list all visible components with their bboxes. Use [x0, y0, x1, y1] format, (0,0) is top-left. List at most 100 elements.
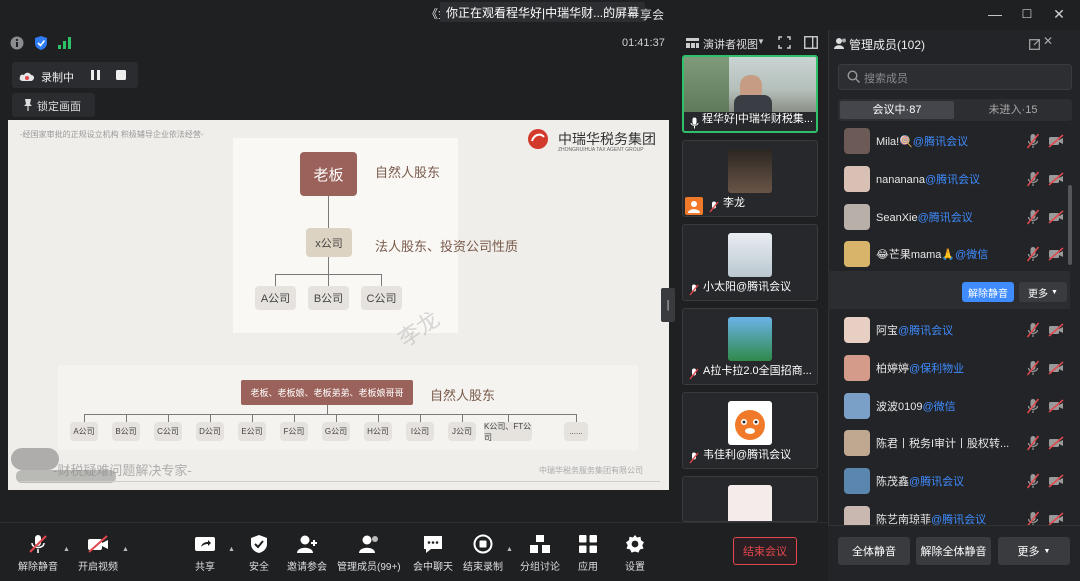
- camera-off-icon[interactable]: [1048, 323, 1064, 337]
- camera-off-icon[interactable]: [1048, 210, 1064, 224]
- pause-record-icon[interactable]: [90, 68, 102, 86]
- avatar: [844, 165, 870, 192]
- chat-button[interactable]: 会中聊天: [413, 534, 453, 573]
- window-title-right: 享会: [640, 8, 665, 22]
- cloud-record-icon: [19, 69, 35, 87]
- tab-in-meeting[interactable]: 会议中·87: [840, 101, 954, 119]
- camera-off-icon[interactable]: [1048, 512, 1064, 526]
- popout-icon[interactable]: [1029, 37, 1040, 55]
- member-display-name: Mila!🍭: [876, 136, 913, 148]
- end-record-label: 结束录制: [463, 562, 503, 573]
- tree-line: [328, 196, 329, 228]
- video-tile-partial[interactable]: [682, 476, 818, 522]
- tree-line: [294, 414, 295, 422]
- member-row[interactable]: SeanXie@腾讯会议: [840, 200, 1070, 234]
- chevron-up-icon[interactable]: ▲: [506, 546, 513, 553]
- end-meeting-button[interactable]: 结束会议: [733, 537, 797, 565]
- camera-off-icon[interactable]: [1048, 436, 1064, 450]
- chevron-up-icon[interactable]: ▲: [122, 546, 129, 553]
- share-screen-icon: [195, 537, 215, 551]
- unmute-button[interactable]: 解除静音: [18, 534, 58, 573]
- panel-close-icon[interactable]: ✕: [1043, 34, 1053, 48]
- chevron-up-icon[interactable]: ▲: [228, 546, 235, 553]
- chevron-up-icon[interactable]: ▲: [63, 546, 70, 553]
- member-row[interactable]: 波波0109@微信: [840, 389, 1070, 423]
- speaker-view-icon[interactable]: [686, 36, 699, 54]
- camera-off-icon[interactable]: [1048, 361, 1064, 375]
- stop-record-icon[interactable]: [115, 68, 127, 86]
- member-more-button[interactable]: 更多 ▼: [1019, 282, 1067, 302]
- panel-more-button[interactable]: 更多 ▼: [998, 537, 1070, 565]
- speaker-view-label[interactable]: 演讲者视图: [703, 36, 758, 52]
- end-record-button[interactable]: 结束录制: [463, 534, 503, 573]
- close-icon[interactable]: ✕: [1050, 6, 1068, 23]
- settings-button[interactable]: 设置: [625, 534, 645, 573]
- member-unmute-button[interactable]: 解除静音: [962, 282, 1014, 302]
- mic-muted-icon: [709, 200, 719, 216]
- member-row[interactable]: 陈茂鑫@腾讯会议: [840, 464, 1070, 498]
- video-tile-xiaotaiyang[interactable]: 小太阳@腾讯会议: [682, 224, 818, 301]
- member-scrollbar[interactable]: [1068, 185, 1072, 265]
- fullscreen-icon[interactable]: [778, 36, 791, 54]
- video-tile-lilong[interactable]: 李龙: [682, 140, 818, 217]
- sidebar-toggle-icon[interactable]: [804, 36, 818, 54]
- start-video-button[interactable]: 开启视频: [78, 534, 118, 573]
- banner-menu-icon[interactable]: ⁝: [622, 5, 626, 21]
- member-row[interactable]: 柏婷婷@保利物业: [840, 351, 1070, 385]
- shield-icon[interactable]: [34, 35, 48, 56]
- row-company-1: B公司: [112, 422, 140, 441]
- mute-all-button[interactable]: 全体静音: [838, 537, 910, 565]
- annotation-toolbar[interactable]: [11, 448, 59, 470]
- camera-off-icon[interactable]: [1048, 399, 1064, 413]
- mic-muted-icon[interactable]: [1026, 171, 1040, 187]
- mic-muted-icon[interactable]: [1026, 322, 1040, 338]
- camera-off-icon[interactable]: [1048, 172, 1064, 186]
- mic-muted-icon[interactable]: [1026, 473, 1040, 489]
- tab-not-joined[interactable]: 未进入·15: [956, 101, 1070, 119]
- mic-muted-icon[interactable]: [1026, 360, 1040, 376]
- member-row[interactable]: 😂芒果mama🙏@微信: [840, 237, 1070, 271]
- security-label: 安全: [249, 562, 269, 573]
- tree-line: [336, 414, 337, 422]
- member-name: 柏婷婷@保利物业: [876, 360, 1041, 376]
- camera-off-icon[interactable]: [1048, 474, 1064, 488]
- camera-off-icon: [88, 535, 108, 553]
- member-row[interactable]: Mila!🍭@腾讯会议: [840, 124, 1070, 158]
- invite-label: 邀请参会: [287, 562, 327, 573]
- maximize-icon[interactable]: ☐: [1018, 7, 1036, 21]
- avatar: [844, 430, 870, 457]
- video-tile-weijiali[interactable]: 韦佳利@腾讯会议: [682, 392, 818, 469]
- share-button[interactable]: 共享: [194, 534, 216, 573]
- tree-line: [84, 414, 576, 415]
- member-name: SeanXie@腾讯会议: [876, 209, 1041, 225]
- avatar: [728, 401, 772, 445]
- video-tile-speaker[interactable]: 程华好|中瑞华财税集...: [682, 55, 818, 133]
- video-tile-alakala[interactable]: A拉卡拉2.0全国招商...: [682, 308, 818, 385]
- security-button[interactable]: 安全: [249, 534, 269, 573]
- camera-off-icon[interactable]: [1048, 134, 1064, 148]
- mic-muted-icon[interactable]: [1026, 133, 1040, 149]
- mic-muted-icon: [689, 367, 699, 384]
- manage-members-button[interactable]: 管理成员(99+): [337, 534, 401, 573]
- mic-muted-icon[interactable]: [1026, 246, 1040, 262]
- member-row[interactable]: 陈君丨税务I审计丨股权转...: [840, 426, 1070, 460]
- apps-button[interactable]: 应用: [578, 534, 598, 573]
- panel-title: 管理成员(102): [849, 38, 926, 52]
- info-icon[interactable]: [10, 36, 24, 55]
- collapse-handle[interactable]: |: [661, 288, 675, 322]
- mic-muted-icon[interactable]: [1026, 398, 1040, 414]
- mic-muted-icon[interactable]: [1026, 209, 1040, 225]
- chevron-down-icon[interactable]: ▼: [757, 37, 765, 46]
- panel-more-label: 更多: [1017, 546, 1040, 558]
- member-row[interactable]: nananana@腾讯会议: [840, 162, 1070, 196]
- signal-icon[interactable]: [58, 36, 72, 54]
- member-row[interactable]: 阿宝@腾讯会议: [840, 313, 1070, 347]
- invite-button[interactable]: 邀请参会: [287, 534, 327, 573]
- camera-off-icon[interactable]: [1048, 247, 1064, 261]
- tree-line: [420, 414, 421, 422]
- minimize-icon[interactable]: —: [986, 6, 1004, 22]
- row-company-0: A公司: [70, 422, 98, 441]
- unmute-all-button[interactable]: 解除全体静音: [916, 537, 991, 565]
- mic-muted-icon[interactable]: [1026, 435, 1040, 451]
- breakout-button[interactable]: 分组讨论: [520, 534, 560, 573]
